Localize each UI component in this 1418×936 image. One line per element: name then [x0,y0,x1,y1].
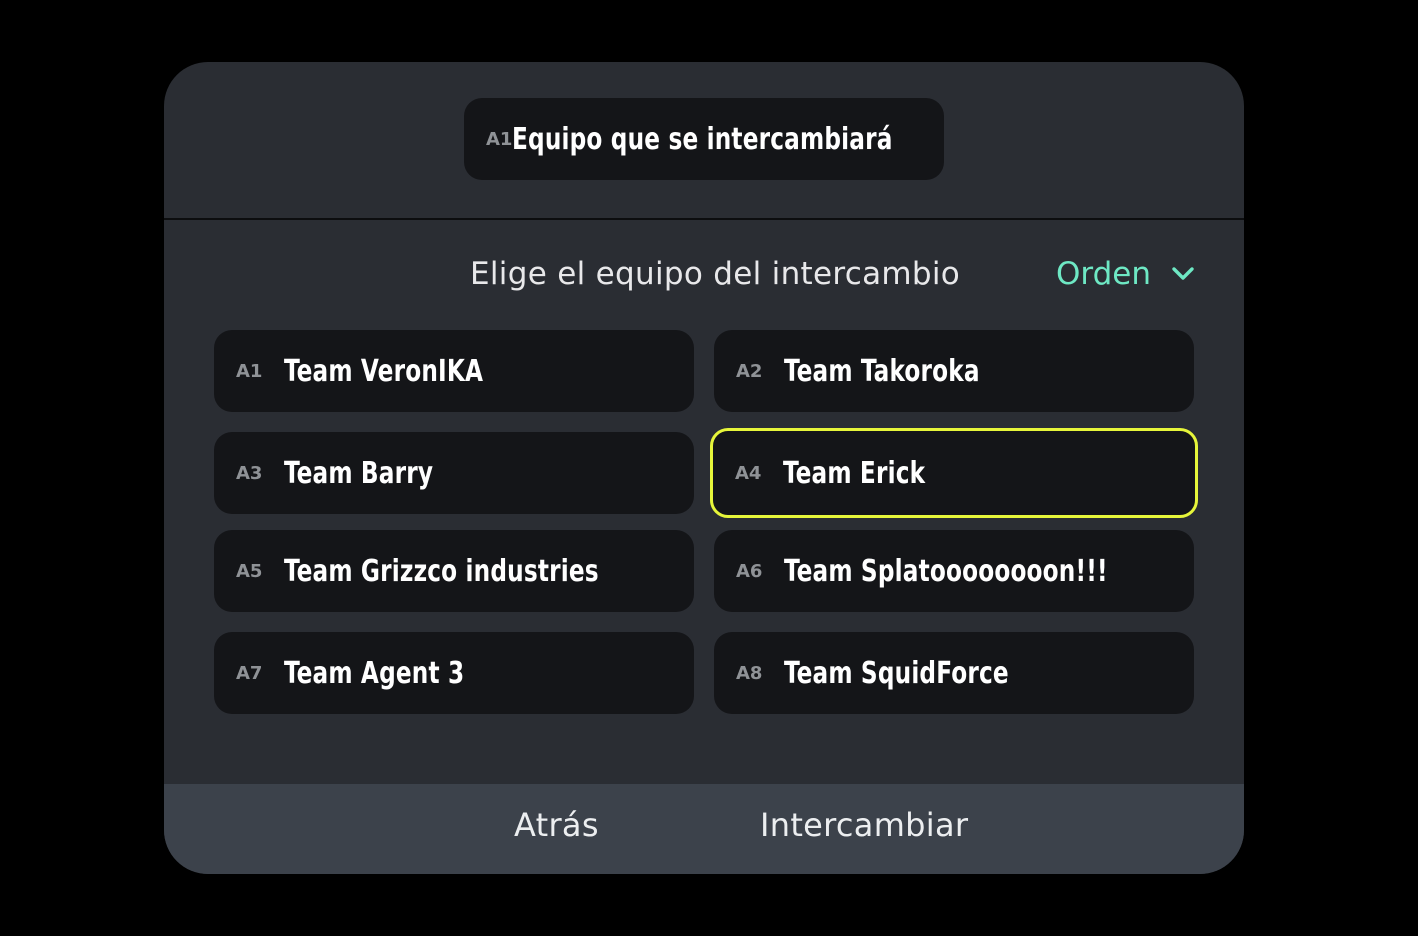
team-slot: A4 [735,462,762,484]
section-title: Elige el equipo del intercambio [470,256,961,292]
team-slot: A8 [736,662,763,684]
team-slot: A3 [236,462,263,484]
team-name: Team SquidForce [784,655,1009,691]
team-card-a6[interactable]: A6 Team Splatoooooooon!!! [714,530,1194,612]
sort-button[interactable]: Orden [1056,252,1197,296]
team-card-a5[interactable]: A5 Team Grizzco industries [214,530,694,612]
team-slot: A1 [236,360,263,382]
current-team-title: Equipo que se intercambiará [512,121,894,157]
team-card-a4-selected[interactable]: A4 Team Erick [710,428,1198,518]
team-slot: A5 [236,560,263,582]
team-card-a2[interactable]: A2 Team Takoroka [714,330,1194,412]
team-slot: A2 [736,360,763,382]
team-slot: A7 [236,662,263,684]
team-name: Team Splatoooooooon!!! [784,553,1108,589]
team-slot: A6 [736,560,763,582]
team-name: Team Takoroka [784,353,980,389]
team-name: Team VeronIKA [284,353,484,389]
team-name: Team Agent 3 [284,655,465,691]
current-team-slot: A1 [486,128,513,150]
team-card-a8[interactable]: A8 Team SquidForce [714,632,1194,714]
sort-label: Orden [1056,256,1151,292]
team-name: Team Erick [783,455,926,491]
back-button[interactable]: Atrás [514,806,599,844]
team-name: Team Grizzco industries [284,553,599,589]
chevron-down-icon [1172,267,1194,280]
swap-button[interactable]: Intercambiar [760,806,968,844]
divider [164,218,1244,220]
team-card-a7[interactable]: A7 Team Agent 3 [214,632,694,714]
team-name: Team Barry [284,455,434,491]
current-team-card: A1 Equipo que se intercambiará [464,98,944,180]
team-card-a1[interactable]: A1 Team VeronIKA [214,330,694,412]
swap-team-dialog: A1 Equipo que se intercambiará Elige el … [164,62,1244,874]
dialog-footer: Atrás Intercambiar [164,784,1244,874]
team-card-a3[interactable]: A3 Team Barry [214,432,694,514]
